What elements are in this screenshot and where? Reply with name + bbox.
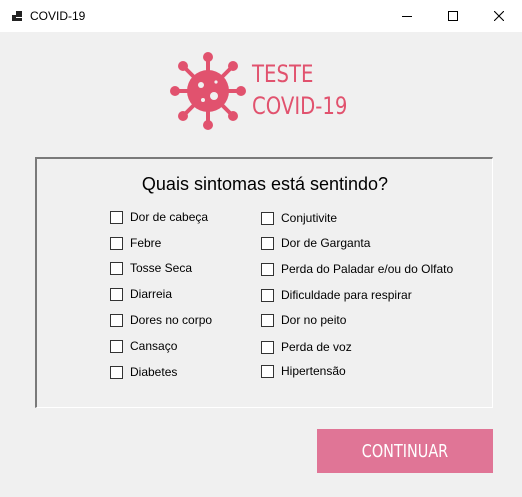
app-icon — [12, 11, 22, 21]
checkbox-label: Dor no peito — [281, 313, 347, 327]
window-title: COVID-19 — [30, 9, 86, 23]
checkbox-label: Dor de cabeça — [130, 210, 209, 224]
minimize-icon — [402, 16, 412, 17]
virus-icon — [170, 52, 246, 130]
checkbox-label: Hipertensão — [281, 364, 346, 378]
maximize-icon — [448, 11, 458, 21]
title-bar: COVID-19 — [0, 0, 522, 32]
checkbox-label: Perda do Paladar e/ou do Olfato — [281, 262, 454, 276]
checkbox-label: Dor de Garganta — [281, 236, 371, 250]
checkbox-diabetes[interactable]: Diabetes — [110, 365, 177, 379]
checkbox-dor-de-cabeca[interactable]: Dor de cabeça — [110, 210, 208, 224]
checkbox-conjutivite[interactable]: Conjutivite — [261, 211, 337, 225]
checkbox-label: Cansaço — [130, 339, 178, 353]
checkbox-dor-no-peito[interactable]: Dor no peito — [261, 313, 346, 327]
checkbox-box[interactable] — [110, 236, 123, 250]
checkbox-box[interactable] — [261, 313, 274, 327]
checkbox-label: Conjutivite — [281, 211, 338, 225]
checkbox-cansaco[interactable]: Cansaço — [110, 339, 177, 353]
checkbox-dor-de-garganta[interactable]: Dor de Garganta — [261, 236, 370, 250]
checkbox-box[interactable] — [110, 339, 123, 353]
checkbox-label: Dores no corpo — [130, 313, 213, 327]
checkbox-perda-paladar-olfato[interactable]: Perda do Paladar e/ou do Olfato — [261, 262, 453, 276]
checkbox-box[interactable] — [110, 287, 123, 301]
checkbox-box[interactable] — [110, 313, 123, 327]
continue-button[interactable]: CONTINUAR — [317, 429, 493, 473]
continue-button-label: CONTINUAR — [361, 440, 449, 462]
checkbox-label: Diarreia — [130, 287, 173, 301]
logo-title-line1: TESTE — [252, 60, 314, 88]
checkbox-label: Perda de voz — [281, 340, 352, 354]
checkbox-label: Tosse Seca — [130, 261, 193, 275]
minimize-button[interactable] — [384, 0, 430, 32]
checkbox-label: Diabetes — [130, 365, 178, 379]
checkbox-box[interactable] — [261, 211, 274, 225]
close-button[interactable] — [476, 0, 522, 32]
checkbox-perda-de-voz[interactable]: Perda de voz — [261, 340, 352, 354]
logo-title: TESTE COVID-19 — [252, 58, 347, 122]
checkbox-hipertensao[interactable]: Hipertensão — [261, 364, 346, 378]
checkbox-label: Dificuldade para respirar — [281, 288, 412, 302]
symptoms-group: Quais sintomas está sentindo? Dor de cab… — [35, 157, 493, 408]
checkbox-dores-no-corpo[interactable]: Dores no corpo — [110, 313, 212, 327]
close-icon — [494, 11, 504, 21]
checkbox-tosse-seca[interactable]: Tosse Seca — [110, 261, 192, 275]
checkbox-box[interactable] — [261, 364, 274, 378]
checkbox-box[interactable] — [110, 365, 123, 379]
checkbox-diarreia[interactable]: Diarreia — [110, 287, 172, 301]
checkbox-box[interactable] — [261, 288, 274, 302]
checkbox-label: Febre — [130, 236, 162, 250]
checkbox-febre[interactable]: Febre — [110, 236, 161, 250]
virus-logo — [170, 50, 246, 132]
checkbox-box[interactable] — [110, 261, 123, 275]
checkbox-dificuldade-respirar[interactable]: Dificuldade para respirar — [261, 288, 412, 302]
logo-title-line2: COVID-19 — [252, 92, 348, 120]
symptoms-question: Quais sintomas está sentindo? — [141, 174, 389, 194]
checkbox-box[interactable] — [261, 262, 274, 276]
checkbox-box[interactable] — [261, 340, 274, 354]
checkbox-box[interactable] — [110, 210, 123, 224]
maximize-button[interactable] — [430, 0, 476, 32]
checkbox-box[interactable] — [261, 236, 274, 250]
